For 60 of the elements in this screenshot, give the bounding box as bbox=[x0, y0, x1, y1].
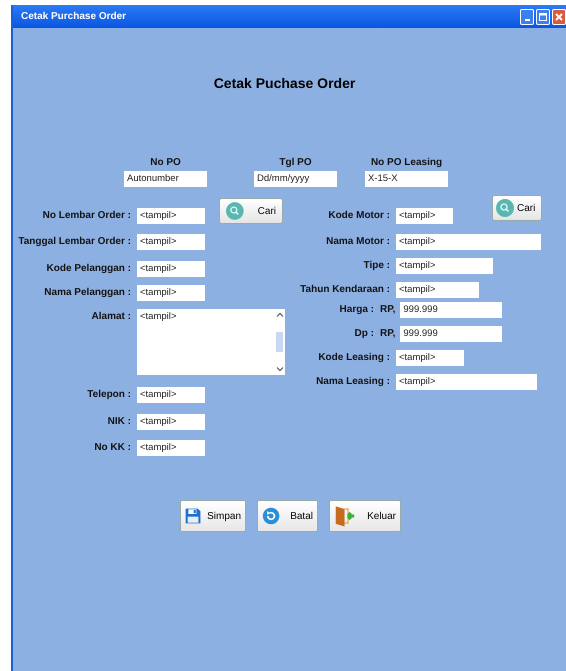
input-field[interactable]: <tampil> bbox=[396, 282, 479, 298]
form-heading: Cetak Puchase Order bbox=[212, 75, 356, 91]
input-field[interactable]: <tampil> bbox=[137, 387, 205, 403]
field-label: Harga : bbox=[338, 303, 374, 317]
field-label: Nama Pelanggan : bbox=[43, 286, 131, 300]
field-label: Nama Motor : bbox=[325, 235, 390, 249]
close-icon bbox=[555, 12, 563, 20]
scroll-up-icon[interactable] bbox=[276, 312, 284, 317]
field-label: Nama Leasing : bbox=[315, 375, 390, 389]
close-button[interactable] bbox=[552, 8, 566, 24]
action-button[interactable]: Keluar bbox=[329, 500, 401, 532]
window-title: Cetak Purchase Order bbox=[21, 11, 126, 22]
input-field[interactable]: <tampil> bbox=[137, 261, 205, 277]
text-area[interactable]: <tampil> bbox=[137, 309, 285, 375]
input-field[interactable]: <tampil> bbox=[137, 285, 205, 301]
field-label: No Lembar Order : bbox=[42, 209, 131, 223]
field-label: No PO Leasing bbox=[370, 157, 442, 168]
input-field[interactable]: <tampil> bbox=[396, 208, 453, 224]
field-label: Tipe : bbox=[362, 259, 390, 273]
field-label: Tgl PO bbox=[279, 157, 312, 168]
field-label: Dp : bbox=[354, 327, 374, 341]
search-icon bbox=[226, 202, 244, 220]
field-label: Telepon : bbox=[86, 388, 131, 402]
search-button[interactable]: Cari bbox=[219, 198, 283, 224]
input-field[interactable]: <tampil> bbox=[137, 208, 205, 224]
input-field[interactable]: <tampil> bbox=[396, 374, 537, 390]
maximize-icon bbox=[539, 12, 547, 20]
input-field[interactable]: <tampil> bbox=[396, 350, 464, 366]
action-button[interactable]: Batal bbox=[257, 500, 318, 532]
minimize-button[interactable] bbox=[520, 8, 534, 24]
field-label: Tanggal Lembar Order : bbox=[17, 235, 131, 249]
text-area-value: <tampil> bbox=[140, 311, 176, 322]
input-field[interactable]: 999.999 bbox=[400, 302, 502, 318]
field-label: No PO bbox=[150, 157, 181, 168]
input-field[interactable]: X-15-X bbox=[365, 171, 448, 187]
currency-prefix: RP, bbox=[380, 303, 396, 317]
currency-prefix: RP, bbox=[380, 327, 396, 341]
search-button[interactable]: Cari bbox=[492, 195, 542, 221]
input-field[interactable]: <tampil> bbox=[137, 414, 205, 430]
input-field[interactable]: <tampil> bbox=[396, 258, 493, 274]
input-field[interactable]: <tampil> bbox=[137, 440, 205, 456]
input-field[interactable]: <tampil> bbox=[396, 234, 541, 250]
input-field[interactable]: Dd/mm/yyyy bbox=[254, 171, 337, 187]
input-field[interactable]: Autonumber bbox=[124, 171, 207, 187]
field-label: NIK : bbox=[106, 415, 131, 429]
field-label: Kode Pelanggan : bbox=[46, 262, 131, 276]
minimize-icon bbox=[524, 18, 530, 20]
field-label: Alamat : bbox=[90, 310, 131, 324]
input-field[interactable]: 999.999 bbox=[400, 326, 502, 342]
maximize-button[interactable] bbox=[536, 8, 550, 24]
field-label: Tahun Kendaraan : bbox=[299, 283, 390, 297]
input-field[interactable]: <tampil> bbox=[137, 234, 205, 250]
scroll-down-icon[interactable] bbox=[276, 367, 284, 372]
scrollbar[interactable] bbox=[275, 312, 284, 372]
field-label: Kode Leasing : bbox=[317, 351, 390, 365]
undo-icon bbox=[262, 505, 280, 527]
field-label: No KK : bbox=[93, 441, 131, 455]
action-button[interactable]: Simpan bbox=[180, 500, 246, 532]
field-label: Kode Motor : bbox=[327, 209, 390, 223]
search-icon bbox=[496, 199, 514, 217]
